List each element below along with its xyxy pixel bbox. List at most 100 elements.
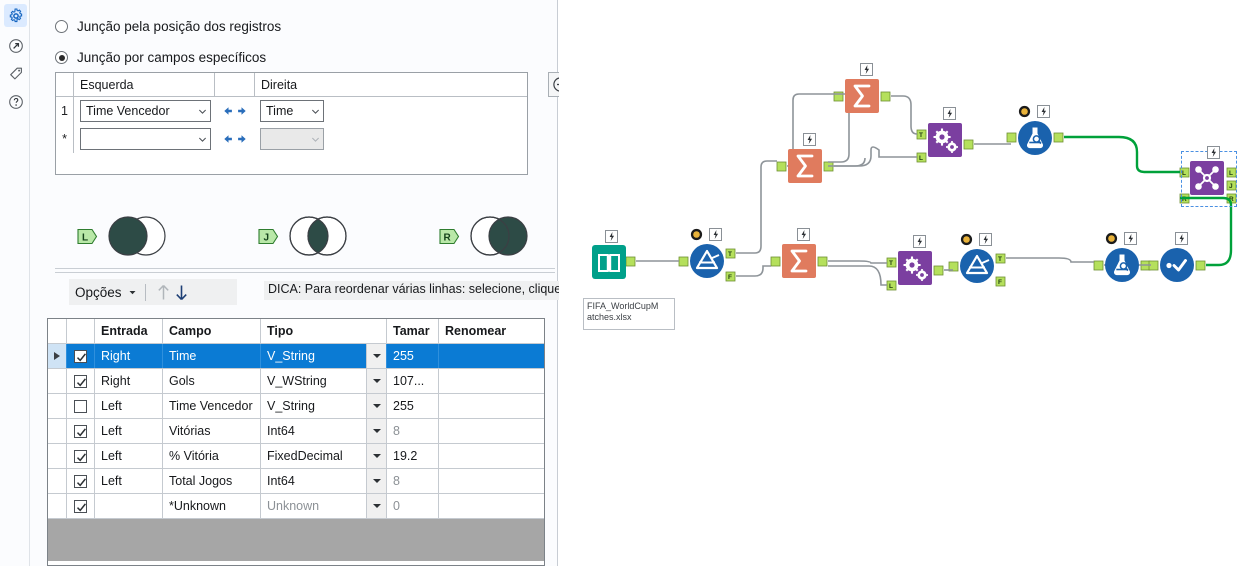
radio-join-by-fields-control[interactable] (55, 51, 68, 64)
summarize-tool-2[interactable] (787, 148, 823, 187)
join-grid-row[interactable]: 1 Time Vencedor Time (56, 97, 527, 125)
join-tool-selection-box (1181, 151, 1237, 207)
row-selector[interactable] (48, 369, 67, 393)
table-row[interactable]: Left Total Jogos Int64 8 (48, 469, 544, 494)
radio-join-by-fields[interactable]: Junção por campos específicos (55, 50, 266, 65)
rail-item-configuration[interactable] (4, 4, 27, 27)
type-dropdown-button[interactable] (366, 344, 386, 368)
row-selector[interactable] (48, 394, 67, 418)
venn-inner-output[interactable]: J (258, 214, 351, 258)
cell-tamanho[interactable]: 19.2 (387, 444, 439, 468)
select-tool[interactable] (1159, 247, 1195, 286)
radio-join-by-position-control[interactable] (55, 20, 68, 33)
input-data-tool[interactable] (591, 244, 627, 283)
options-caret-icon[interactable] (128, 285, 137, 300)
cell-tamanho[interactable]: 107... (387, 369, 439, 393)
cell-renomear[interactable] (439, 469, 544, 493)
table-row[interactable]: Left Time Vencedor V_String 255 (48, 394, 544, 419)
row-selector[interactable] (48, 444, 67, 468)
multi-field-tool-2[interactable] (897, 250, 933, 289)
comment-badge-icon (1018, 105, 1031, 118)
table-row[interactable]: Left Vitórias Int64 8 (48, 419, 544, 444)
cell-tamanho[interactable]: 8 (387, 419, 439, 443)
cell-tipo[interactable]: Unknown (261, 494, 387, 518)
venn-left-output[interactable]: L (77, 214, 170, 258)
table-row[interactable]: Left% Vitória FixedDecimal 19.2 (48, 444, 544, 469)
header-checkbox (67, 319, 95, 343)
row-include-checkbox[interactable] (67, 344, 95, 368)
chevron-down-icon (372, 429, 381, 433)
cell-tamanho[interactable]: 8 (387, 469, 439, 493)
formula-tool-2[interactable] (1104, 247, 1140, 286)
move-up-button[interactable] (155, 282, 173, 302)
type-dropdown-button[interactable] (366, 444, 386, 468)
cell-entrada: Right (95, 344, 163, 368)
formula-tool-1[interactable] (1017, 120, 1053, 159)
svg-text:F: F (998, 279, 1002, 286)
type-dropdown-button[interactable] (366, 419, 386, 443)
join-grid-row-arrows-1[interactable] (215, 105, 254, 117)
arrow-right-icon[interactable] (236, 105, 248, 117)
table-row[interactable]: Right Time V_String 255 (48, 344, 544, 369)
summarize-tool-3[interactable] (844, 78, 880, 117)
cell-tamanho[interactable]: 0 (387, 494, 439, 518)
cell-tipo[interactable]: FixedDecimal (261, 444, 387, 468)
table-row[interactable]: Right Gols V_WString 107... (48, 369, 544, 394)
row-selector[interactable] (48, 344, 67, 368)
workflow-canvas[interactable]: TFTLTLTFLRLJR FIFA_WorldCupM atches.xlsx (559, 0, 1253, 566)
row-include-checkbox[interactable] (67, 494, 95, 518)
type-dropdown-button[interactable] (366, 369, 386, 393)
summarize-tool-1[interactable] (781, 243, 817, 282)
row-include-checkbox[interactable] (67, 394, 95, 418)
cell-tipo[interactable]: V_String (261, 344, 387, 368)
rail-item-help[interactable] (4, 90, 27, 113)
panel-divider-top (55, 268, 555, 269)
row-selector[interactable] (48, 419, 67, 443)
arrow-right-icon[interactable] (236, 133, 248, 145)
type-dropdown-button[interactable] (366, 494, 386, 518)
arrow-left-icon[interactable] (222, 133, 234, 145)
join-grid-new-row[interactable]: * (56, 125, 527, 153)
rail-item-output[interactable] (4, 34, 27, 57)
table-row[interactable]: *Unknown Unknown 0 (48, 494, 544, 519)
join-grid-row-arrows-new[interactable] (215, 133, 254, 145)
type-dropdown-button[interactable] (366, 394, 386, 418)
cell-tipo[interactable]: V_WString (261, 369, 387, 393)
checkbox-icon (74, 374, 87, 388)
row-include-checkbox[interactable] (67, 469, 95, 493)
move-down-button[interactable] (173, 282, 191, 302)
arrow-left-icon[interactable] (222, 105, 234, 117)
row-selector[interactable] (48, 494, 67, 518)
svg-text:F: F (728, 274, 732, 281)
multi-field-tool-1[interactable] (927, 122, 963, 161)
cell-renomear[interactable] (439, 444, 544, 468)
type-dropdown-button[interactable] (366, 469, 386, 493)
cell-renomear[interactable] (439, 419, 544, 443)
cell-tipo[interactable]: Int64 (261, 469, 387, 493)
cell-tamanho[interactable]: 255 (387, 344, 439, 368)
options-menu-button[interactable]: Opções (69, 285, 122, 300)
question-icon (8, 94, 24, 110)
cell-renomear[interactable] (439, 394, 544, 418)
radio-join-by-position[interactable]: Junção pela posição dos registros (55, 19, 281, 34)
join-left-field-select-new[interactable] (80, 128, 211, 150)
row-include-checkbox[interactable] (67, 444, 95, 468)
cell-tipo[interactable]: Int64 (261, 419, 387, 443)
row-selector[interactable] (48, 469, 67, 493)
cell-tipo-value: V_WString (267, 374, 327, 388)
cell-renomear[interactable] (439, 344, 544, 368)
cell-entrada: Left (95, 469, 163, 493)
join-right-field-select-new[interactable] (260, 128, 324, 150)
venn-right-output[interactable]: R (439, 214, 532, 258)
cell-renomear[interactable] (439, 369, 544, 393)
cell-tamanho[interactable]: 255 (387, 394, 439, 418)
row-include-checkbox[interactable] (67, 369, 95, 393)
filter-tool-2[interactable] (959, 248, 995, 287)
cell-renomear[interactable] (439, 494, 544, 518)
join-left-field-select-1[interactable]: Time Vencedor (80, 100, 211, 122)
rail-item-annotation[interactable] (4, 62, 27, 85)
cell-tipo[interactable]: V_String (261, 394, 387, 418)
filter-tool-1[interactable] (689, 243, 725, 282)
row-include-checkbox[interactable] (67, 419, 95, 443)
join-right-field-select-1[interactable]: Time (260, 100, 324, 122)
